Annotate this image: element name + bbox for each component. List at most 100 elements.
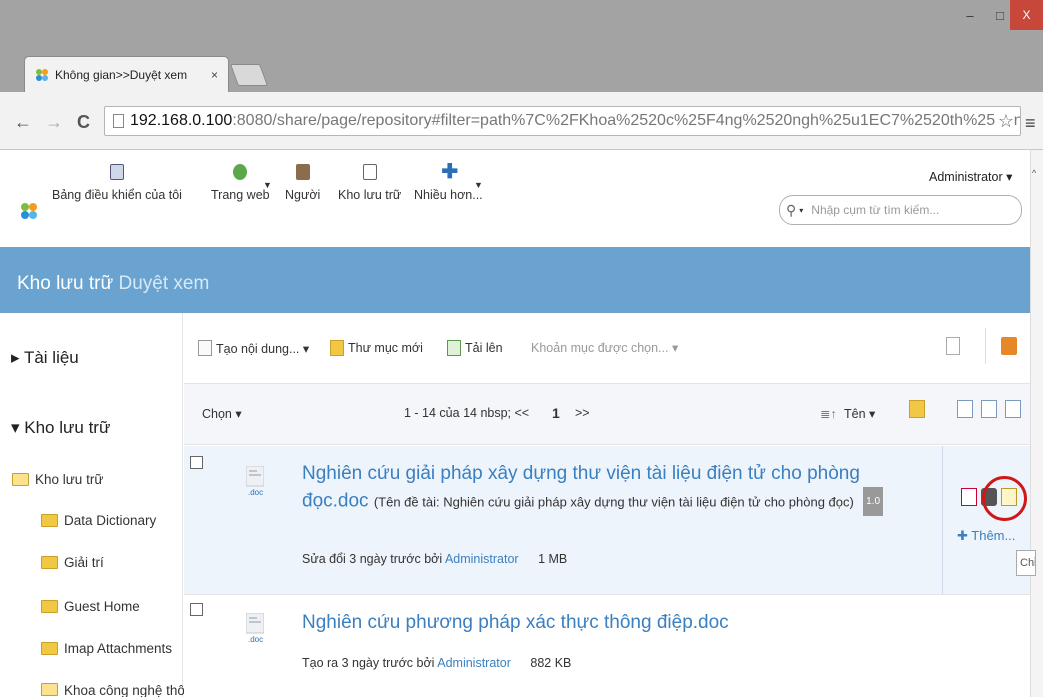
search-placeholder: Nhập cụm từ tìm kiếm...: [811, 203, 940, 217]
sort-direction-icon[interactable]: ≣↑: [820, 406, 837, 421]
sort-field-menu[interactable]: Tên ▾: [844, 406, 875, 421]
nav-repository-label: Kho lưu trữ: [338, 188, 402, 202]
doc-extension-label: .doc: [248, 635, 263, 643]
sidebar-documents[interactable]: ▸ Tài liệu: [11, 348, 79, 368]
window-minimize-button[interactable]: –: [955, 0, 985, 30]
upload-label: Tải lên: [465, 341, 503, 355]
page-title-main: Kho lưu trữ: [17, 273, 114, 294]
reload-icon[interactable]: C: [77, 112, 90, 133]
browser-titlebar: Không gian>>Duyệt xem × – □ X: [0, 0, 1043, 92]
author-link[interactable]: Administrator: [445, 552, 519, 566]
alfresco-logo-icon[interactable]: [20, 202, 38, 220]
row-checkbox[interactable]: [190, 603, 203, 616]
row-checkbox[interactable]: [190, 456, 203, 469]
nav-people[interactable]: Người: [285, 164, 320, 202]
highlight-circle: [982, 476, 1027, 521]
window-close-button[interactable]: X: [1010, 0, 1043, 30]
new-tab-button[interactable]: [229, 64, 269, 86]
doc-file-icon[interactable]: .doc: [246, 613, 264, 643]
browser-tab[interactable]: Không gian>>Duyệt xem ×: [24, 56, 229, 92]
document-row[interactable]: .doc Nghiên cứu giải pháp xây dựng thư v…: [184, 446, 1030, 594]
tree-item-label: Data Dictionary: [64, 513, 157, 528]
tooltip: Chỉ: [1016, 550, 1036, 576]
search-input[interactable]: ⚲ ▾ Nhập cụm từ tìm kiếm...: [779, 195, 1022, 225]
tab-close-icon[interactable]: ×: [211, 68, 218, 82]
next-page-button[interactable]: >>: [575, 406, 590, 420]
tab-title: Không gian>>Duyệt xem: [55, 67, 188, 82]
document-title-line2: đọc.doc: [302, 490, 369, 512]
divider: [985, 328, 986, 364]
tree-item-imap[interactable]: Imap Attachments: [41, 641, 172, 656]
search-scope-caret[interactable]: ▾: [799, 206, 803, 215]
rss-feed-icon[interactable]: [1001, 337, 1017, 355]
repository-icon: [362, 164, 377, 180]
select-menu[interactable]: Chọn ▾: [202, 406, 242, 421]
back-icon[interactable]: ←: [14, 112, 32, 133]
page-title-bar: Kho lưu trữ Duyệt xem: [0, 247, 1030, 313]
folder-icon: [41, 514, 58, 527]
page-scrollbar[interactable]: [1030, 150, 1043, 697]
nav-repository[interactable]: Kho lưu trữ: [338, 164, 401, 202]
tree-item-guest-home[interactable]: Guest Home: [41, 599, 140, 614]
new-folder-label: Thư mục mới: [348, 341, 423, 355]
people-icon: [295, 164, 310, 180]
tree-item-data-dictionary[interactable]: Data Dictionary: [41, 513, 156, 528]
document-title[interactable]: Nghiên cứu giải pháp xây dựng thư viện t…: [302, 460, 884, 516]
scroll-up-arrow-icon[interactable]: ^: [1032, 168, 1036, 178]
new-folder-button[interactable]: Thư mục mới: [330, 340, 423, 356]
document-actions-bar: Tạo nội dung... ▾ Thư mục mới Tải lên Kh…: [184, 313, 1030, 383]
url-path: :8080/share/page/repository#filter=path%…: [232, 112, 1021, 129]
show-folders-icon[interactable]: [909, 400, 925, 418]
chevron-down-icon: ▼: [263, 180, 272, 190]
tree-item-label: Khoa công nghệ thô: [64, 683, 185, 697]
upload-button[interactable]: Tải lên: [447, 340, 503, 356]
address-bar[interactable]: 192.168.0.100:8080/share/page/repository…: [104, 106, 1021, 136]
document-meta: Tạo ra 3 ngày trước bởi Administrator 88…: [302, 656, 571, 670]
document-meta: Sửa đổi 3 ngày trước bởi Administrator 1…: [302, 552, 567, 566]
alfresco-favicon-icon: [36, 68, 48, 81]
browser-menu-icon[interactable]: ≡: [1025, 113, 1036, 134]
dashboard-icon: [109, 164, 124, 180]
doc-file-icon[interactable]: .doc: [246, 466, 264, 496]
user-menu[interactable]: Administrator ▾: [929, 169, 1012, 184]
nav-more[interactable]: ✚ Nhiều hơn... ▼: [414, 161, 483, 202]
document-meta-text: Tạo ra 3 ngày trước bởi: [302, 656, 435, 670]
more-actions-link[interactable]: ✚ Thêm...: [957, 528, 1015, 544]
document-row[interactable]: .doc Nghiên cứu phương pháp xác thực thô…: [184, 594, 1030, 697]
browser-toolbar: ← → C 192.168.0.100:8080/share/page/repo…: [0, 92, 1043, 150]
folder-icon: [41, 556, 58, 569]
list-toolbar: Chọn ▾ 1 - 14 của 14 nbsp; << 1 >> ≣↑ Tê…: [184, 383, 1030, 445]
author-link[interactable]: Administrator: [437, 656, 511, 670]
document-title[interactable]: Nghiên cứu phương pháp xác thực thông đi…: [302, 609, 729, 636]
plus-icon: ✚: [441, 161, 459, 183]
create-content-icon: [198, 340, 212, 356]
nav-dashboard[interactable]: Bảng điều khiển của tôi: [52, 164, 182, 202]
create-content-button[interactable]: Tạo nội dung... ▾: [198, 340, 309, 356]
simple-view-icon[interactable]: [957, 400, 973, 418]
gallery-view-icon[interactable]: [1005, 400, 1021, 418]
paging-info: 1 - 14 của 14 nbsp; <<: [404, 406, 530, 420]
sidebar-repository[interactable]: ▾ Kho lưu trữ: [11, 418, 110, 438]
page-icon: [113, 114, 124, 128]
tree-item-khoa[interactable]: Khoa công nghệ thô: [41, 683, 185, 697]
doc-extension-label: .doc: [248, 488, 263, 496]
detailed-view-icon[interactable]: [981, 400, 997, 418]
tree-item-root[interactable]: Kho lưu trữ: [12, 472, 103, 487]
tree-item-label: Kho lưu trữ: [35, 472, 104, 487]
selected-items-menu[interactable]: Khoản mục được chọn... ▾: [531, 340, 678, 355]
chevron-down-icon: ▼: [474, 180, 483, 190]
tree-item-label: Giải trí: [64, 555, 104, 570]
tree-item-label: Guest Home: [64, 599, 140, 614]
forward-icon[interactable]: →: [45, 112, 63, 133]
tree-item-giai-tri[interactable]: Giải trí: [41, 555, 104, 570]
hide-folders-icon[interactable]: [946, 337, 960, 355]
current-page[interactable]: 1: [552, 405, 560, 421]
new-folder-icon: [330, 340, 344, 356]
folder-open-icon: [12, 473, 29, 486]
nav-sites-label: Trang web: [211, 188, 270, 202]
page-title: Kho lưu trữ Duyệt xem: [17, 273, 209, 295]
nav-sites[interactable]: Trang web ▼: [211, 164, 272, 202]
download-icon[interactable]: [961, 488, 977, 506]
document-description: (Tên đề tài: Nghiên cứu giải pháp xây dự…: [373, 494, 854, 510]
bookmark-star-icon[interactable]: ☆: [995, 111, 1014, 132]
